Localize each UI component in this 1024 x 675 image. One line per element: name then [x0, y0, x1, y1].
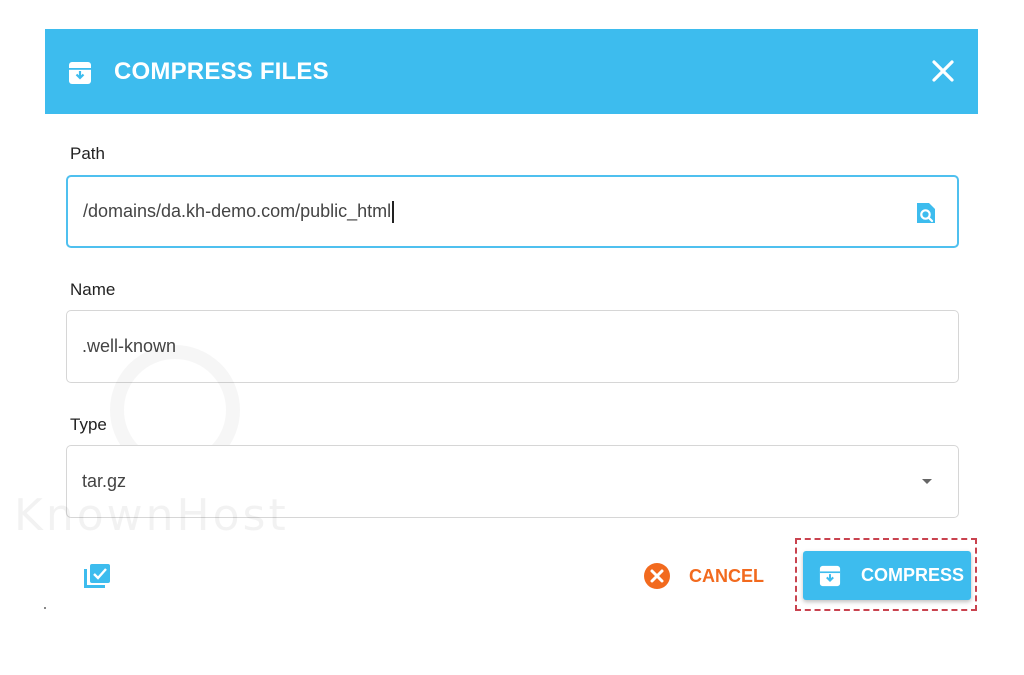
select-all-icon[interactable]	[83, 563, 111, 589]
type-label: Type	[70, 415, 107, 434]
dropdown-arrow-icon[interactable]	[922, 479, 932, 484]
path-label: Path	[70, 144, 105, 163]
archive-icon	[819, 565, 841, 586]
close-icon[interactable]	[930, 58, 956, 84]
stray-dot	[44, 607, 46, 609]
name-label: Name	[70, 280, 116, 299]
dialog-title: COMPRESS FILES	[114, 58, 329, 85]
path-field[interactable]: /domains/da.kh-demo.com/public_html	[66, 175, 959, 248]
text-cursor	[392, 200, 394, 223]
cancel-icon	[644, 563, 670, 589]
path-value: /domains/da.kh-demo.com/public_html	[83, 201, 392, 221]
cancel-label: CANCEL	[689, 565, 764, 586]
compress-button[interactable]: COMPRESS	[803, 551, 971, 600]
dialog-header: COMPRESS FILES	[45, 29, 978, 114]
cancel-button[interactable]: CANCEL	[643, 562, 764, 590]
watermark-text: KnownHost	[14, 490, 289, 541]
archive-icon	[69, 62, 91, 84]
compress-label: COMPRESS	[861, 565, 965, 585]
search-file-icon[interactable]	[915, 201, 937, 225]
